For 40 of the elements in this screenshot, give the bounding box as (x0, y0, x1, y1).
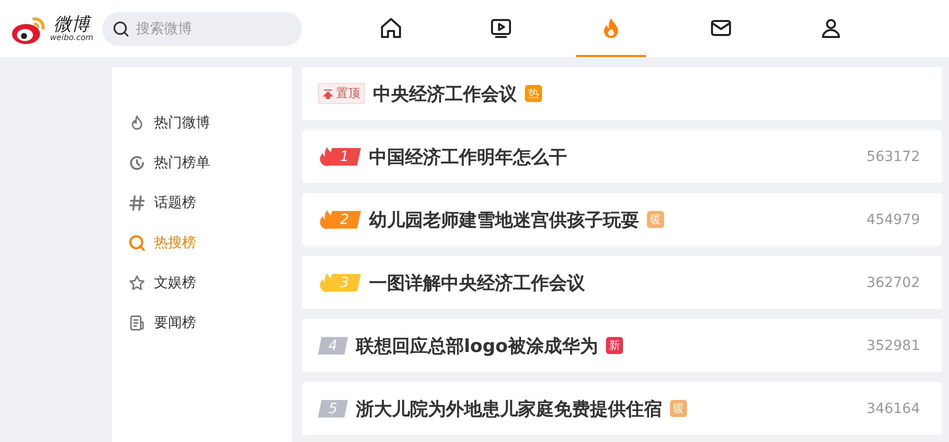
pin-icon (323, 88, 333, 98)
heat-count: 362702 (866, 274, 920, 290)
trend-row[interactable]: 置顶 中央经济工作会议 热 (302, 67, 942, 120)
logo-name: 微博 (54, 16, 90, 34)
label-badge: 暖 (670, 400, 687, 417)
logo-domain: weibo.com (50, 34, 94, 42)
heat-count: 563172 (866, 148, 920, 164)
heat-count: 346164 (866, 400, 920, 416)
trend-title: 浙大儿院为外地患儿家庭免费提供住宿 (356, 398, 662, 420)
trend-row[interactable]: 3 一图详解中央经济工作会议 362702 (302, 256, 942, 309)
star-icon (128, 274, 146, 292)
rank-tag: 4 (318, 336, 348, 354)
search-icon (128, 234, 146, 252)
trend-row[interactable]: 1 中国经济工作明年怎么干 563172 (302, 130, 942, 183)
sidebar-item[interactable]: 话题榜 (112, 183, 292, 223)
search-icon (111, 18, 131, 38)
trend-title: 中国经济工作明年怎么干 (369, 146, 567, 168)
trend-row[interactable]: 4 联想回应总部logo被涂成华为 新 352981 (302, 319, 942, 372)
trend-row[interactable]: 2 幼儿园老师建雪地迷宫供孩子玩耍 暖 454979 (302, 193, 942, 246)
trend-title: 中央经济工作会议 (373, 82, 517, 106)
label-badge: 热 (525, 85, 542, 102)
sidebar-item[interactable]: 热门微博 (112, 103, 292, 143)
sidebar-item[interactable]: 热门榜单 (112, 143, 292, 183)
document-icon (128, 314, 146, 332)
heat-count: 454979 (866, 212, 920, 228)
rank-tag: 5 (318, 400, 348, 418)
home-icon (379, 16, 403, 40)
clock-icon (128, 154, 146, 172)
sidebar-item[interactable]: 文娱榜 (112, 263, 292, 303)
hash-icon (128, 194, 146, 212)
sidebar-item[interactable]: 要闻榜 (112, 303, 292, 343)
trend-title: 联想回应总部logo被涂成华为 (356, 334, 598, 358)
pinned-tag: 置顶 (318, 83, 365, 104)
label-badge: 暖 (647, 211, 664, 228)
trend-title: 一图详解中央经济工作会议 (369, 272, 585, 294)
label-badge: 新 (606, 337, 623, 354)
search-field[interactable]: 搜索微博 (102, 12, 302, 46)
trend-title: 幼儿园老师建雪地迷宫供孩子玩耍 (369, 208, 639, 232)
heat-count: 352981 (866, 338, 920, 354)
trend-row[interactable]: 5 浙大儿院为外地患儿家庭免费提供住宿 暖 346164 (302, 382, 942, 435)
